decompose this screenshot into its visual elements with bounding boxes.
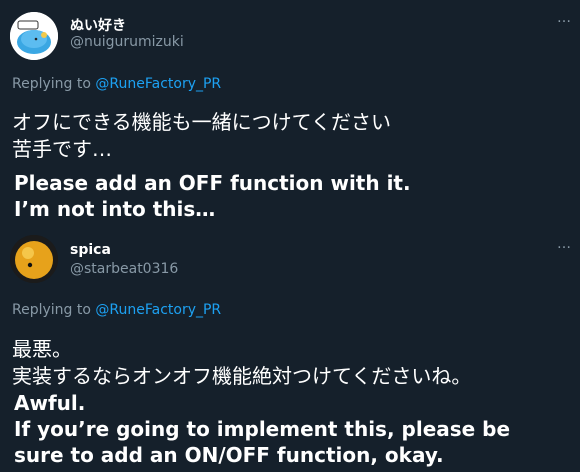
user-handle[interactable]: @nuigurumizuki — [70, 34, 184, 50]
avatar[interactable] — [10, 12, 58, 60]
more-options-icon[interactable]: … — [557, 10, 572, 26]
caption-line: sure to add an ON/OFF function, okay. — [14, 443, 444, 467]
bird-plush-avatar-icon — [10, 12, 58, 60]
caption-line: If you’re going to implement this, pleas… — [14, 417, 511, 441]
tweet-text: 最悪。 実装するならオンオフ機能絶対つけてくださいね。 — [12, 336, 471, 390]
more-options-icon[interactable]: … — [557, 236, 572, 252]
tweet-text-line: 苦手です… — [12, 137, 112, 161]
display-name[interactable]: spica — [70, 242, 111, 258]
replying-to-label: Replying to — [12, 302, 96, 318]
avatar[interactable] — [10, 235, 58, 283]
translation-caption: Awful. If you’re going to implement this… — [14, 390, 510, 468]
translation-caption: Please add an OFF function with it. I’m … — [14, 170, 411, 222]
tweet-2: spica @starbeat0316 … Replying to @RuneF… — [0, 232, 580, 472]
replying-to: Replying to @RuneFactory_PR — [12, 302, 221, 318]
user-handle[interactable]: @starbeat0316 — [70, 261, 178, 277]
tweet-text-line: オフにできる機能も一緒につけてください — [12, 110, 391, 134]
tweet-text-line: 実装するならオンオフ機能絶対つけてくださいね。 — [12, 364, 472, 388]
tweet-text-line: 最悪。 — [12, 337, 72, 361]
caption-line: Awful. — [14, 391, 86, 415]
tweet-text: オフにできる機能も一緒につけてください 苦手です… — [12, 109, 391, 163]
orange-ball-avatar-icon — [10, 235, 58, 283]
replying-to: Replying to @RuneFactory_PR — [12, 76, 221, 92]
caption-line: Please add an OFF function with it. — [14, 171, 411, 195]
replying-to-label: Replying to — [12, 76, 96, 92]
display-name[interactable]: ぬい好き — [70, 15, 126, 35]
mention-link[interactable]: @RuneFactory_PR — [95, 76, 221, 92]
tweet-1: ぬい好き @nuigurumizuki … Replying to @RuneF… — [0, 0, 580, 232]
caption-line: I’m not into this… — [14, 197, 216, 221]
mention-link[interactable]: @RuneFactory_PR — [95, 302, 221, 318]
